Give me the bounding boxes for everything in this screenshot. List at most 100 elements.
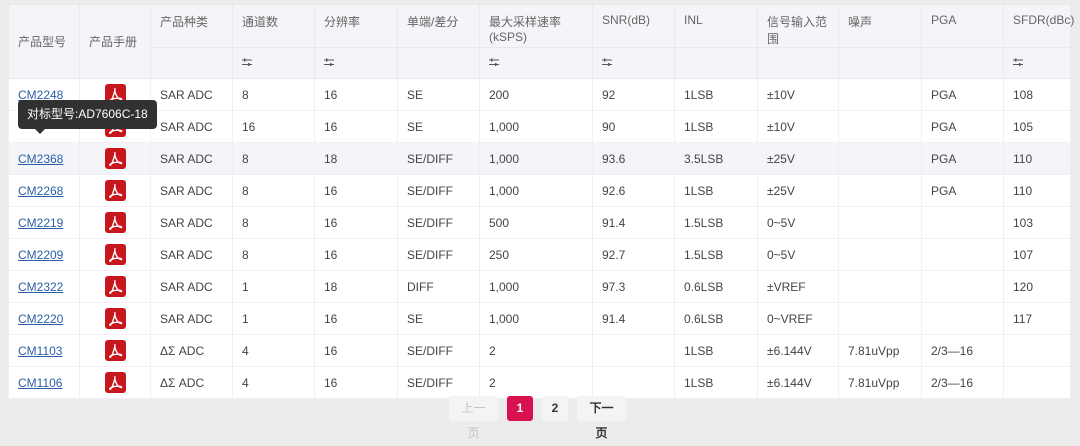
model-link[interactable]: CM2322	[18, 280, 63, 294]
column-header: INL	[674, 4, 758, 48]
table-cell: SE	[397, 302, 480, 335]
prev-page-button[interactable]: 上一页	[449, 396, 498, 440]
model-cell: CM2368	[8, 142, 80, 175]
table-cell: SAR ADC	[150, 174, 233, 207]
filter-icon[interactable]	[489, 56, 499, 70]
table-cell: SAR ADC	[150, 206, 233, 239]
table-cell: 1LSB	[674, 334, 758, 367]
filter-icon[interactable]	[324, 56, 334, 70]
model-link[interactable]: CM2368	[18, 152, 63, 166]
filter-icon[interactable]	[242, 56, 252, 70]
table-cell	[838, 206, 922, 239]
table-cell: SE/DIFF	[397, 174, 480, 207]
page-1-button[interactable]: 1	[507, 396, 533, 421]
manual-cell	[79, 238, 151, 271]
table-cell: 103	[1003, 206, 1071, 239]
table-row: CM2322 SAR ADC 1 18 DIFF 1,000 97.3 0.6LSB ±VREF…	[8, 270, 1071, 303]
table-cell: ±25V	[757, 142, 839, 175]
filter-cell	[921, 47, 1004, 79]
model-link[interactable]: CM1106	[18, 376, 62, 390]
table-cell: 92	[592, 78, 675, 111]
pdf-icon[interactable]	[104, 148, 126, 169]
table-cell: 3.5LSB	[674, 142, 758, 175]
table-cell: ±25V	[757, 174, 839, 207]
filter-cell	[757, 47, 839, 79]
table-cell: 16	[314, 78, 398, 111]
table-cell: 91.4	[592, 206, 675, 239]
manual-cell	[79, 366, 151, 399]
table-cell: SE/DIFF	[397, 206, 480, 239]
filter-cell	[838, 47, 922, 79]
pdf-icon[interactable]	[104, 308, 126, 329]
filter-cell	[592, 47, 675, 79]
table-cell: 1	[232, 270, 315, 303]
table-row: CM2209 SAR ADC 8 16 SE/DIFF 250 92.7 1.5LSB 0~5V…	[8, 238, 1071, 271]
filter-icon[interactable]	[1013, 56, 1023, 70]
column-header: 分辨率	[314, 4, 398, 48]
table-cell: 110	[1003, 174, 1071, 207]
filter-icon[interactable]	[602, 56, 612, 70]
page-2-button[interactable]: 2	[542, 396, 568, 421]
manual-cell	[79, 174, 151, 207]
table-cell	[838, 174, 922, 207]
column-header: PGA	[921, 4, 1004, 48]
table-cell: SAR ADC	[150, 302, 233, 335]
table-cell	[921, 238, 1004, 271]
table-cell: 18	[314, 270, 398, 303]
table-cell: 16	[314, 110, 398, 143]
pdf-icon[interactable]	[104, 212, 126, 233]
table-cell: 108	[1003, 78, 1071, 111]
model-cell: CM2220	[8, 302, 80, 335]
table-row: CM1106 ΔΣ ADC 4 16 SE/DIFF 2 1LSB ±6.144V 7.81uV…	[8, 366, 1071, 399]
pdf-icon[interactable]	[104, 372, 126, 393]
table-cell: 1	[232, 302, 315, 335]
column-header: 通道数	[232, 4, 315, 48]
model-cell: CM2268	[8, 174, 80, 207]
table-cell: 1,000	[479, 270, 593, 303]
table-row: CM2268 SAR ADC 8 16 SE/DIFF 1,000 92.6 1LSB ±25V…	[8, 174, 1071, 207]
filter-cell	[1003, 47, 1071, 79]
next-page-button[interactable]: 下一页	[577, 396, 626, 440]
table-cell: 120	[1003, 270, 1071, 303]
pdf-icon[interactable]	[104, 180, 126, 201]
table-cell: 0~VREF	[757, 302, 839, 335]
model-cell: CM1106	[8, 366, 80, 399]
table-cell: 16	[314, 302, 398, 335]
table-cell: 97.3	[592, 270, 675, 303]
table-cell: DIFF	[397, 270, 480, 303]
table-cell: SE/DIFF	[397, 142, 480, 175]
table-cell: PGA	[921, 78, 1004, 111]
manual-cell	[79, 270, 151, 303]
table-cell	[921, 270, 1004, 303]
table-cell: ±VREF	[757, 270, 839, 303]
table-cell	[838, 142, 922, 175]
table-cell: 16	[314, 366, 398, 399]
table-cell: 250	[479, 238, 593, 271]
model-link[interactable]: CM2220	[18, 312, 63, 326]
model-link[interactable]: CM2268	[18, 184, 63, 198]
table-cell: 1LSB	[674, 78, 758, 111]
table-cell: 1LSB	[674, 110, 758, 143]
model-link[interactable]: CM2219	[18, 216, 63, 230]
table-cell: 0~5V	[757, 206, 839, 239]
column-header: 产品手册	[79, 4, 151, 79]
pdf-icon[interactable]	[104, 276, 126, 297]
table-cell: 0.6LSB	[674, 270, 758, 303]
filter-cell	[150, 47, 233, 79]
model-link[interactable]: CM2209	[18, 248, 63, 262]
pdf-icon[interactable]	[104, 244, 126, 265]
table-cell: 500	[479, 206, 593, 239]
table-cell: 16	[314, 206, 398, 239]
table-cell: SE	[397, 78, 480, 111]
table-cell: 18	[314, 142, 398, 175]
model-link[interactable]: CM1103	[18, 344, 62, 358]
table-cell: 110	[1003, 142, 1071, 175]
table-cell: 2/3—16	[921, 366, 1004, 399]
table-cell: 200	[479, 78, 593, 111]
filter-cell	[397, 47, 480, 79]
pdf-icon[interactable]	[104, 340, 126, 361]
table-cell: 92.7	[592, 238, 675, 271]
table-row: CM2368 SAR ADC 8 18 SE/DIFF 1,000 93.6 3.5LSB ±2…	[8, 142, 1071, 175]
table-cell: 16	[232, 110, 315, 143]
table-cell: 16	[314, 334, 398, 367]
